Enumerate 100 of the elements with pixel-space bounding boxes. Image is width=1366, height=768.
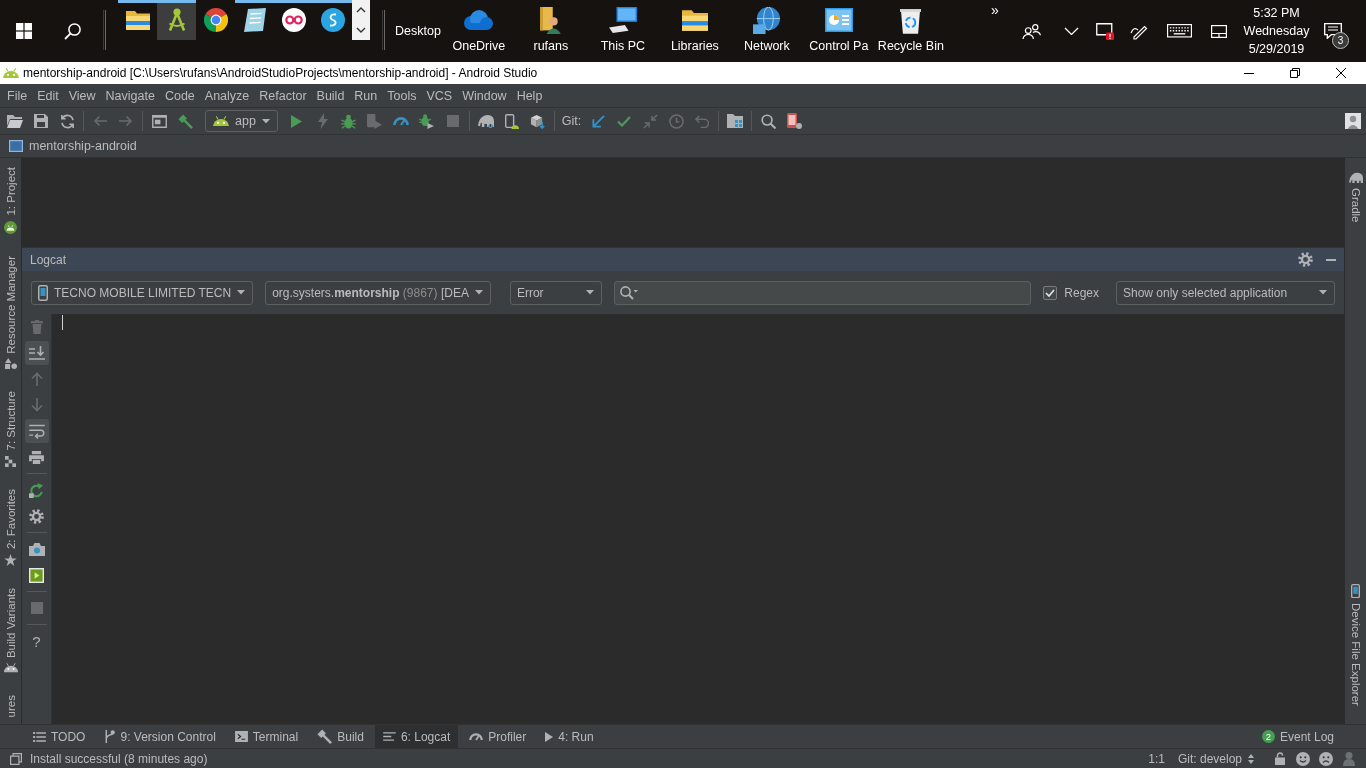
caret-icon: [1319, 290, 1327, 295]
menu-item[interactable]: File: [2, 85, 33, 106]
frown-icon[interactable]: [1318, 751, 1333, 766]
desktop-shortcut[interactable]: OneDrive: [442, 0, 515, 62]
control-panel-icon: [824, 8, 853, 32]
trash-icon: [30, 320, 43, 334]
notepad-icon: [243, 7, 266, 32]
close-icon: [1335, 68, 1346, 78]
log-level-dropdown[interactable]: Error: [509, 280, 602, 305]
menu-item[interactable]: Code: [159, 85, 200, 106]
module-icon: [9, 140, 23, 152]
process-dropdown[interactable]: org.systers.mentorship (9867) [DEA: [265, 280, 491, 305]
search-field[interactable]: [613, 280, 1032, 305]
device-dropdown[interactable]: TECNO MOBILE LIMITED TECN: [31, 280, 254, 305]
menu-item[interactable]: Build: [311, 85, 350, 106]
window-icon: [151, 114, 167, 128]
phone-icon: [504, 113, 519, 129]
menu-item[interactable]: VCS: [421, 85, 458, 106]
menu-item[interactable]: Tools: [382, 85, 422, 106]
desktop-shortcut[interactable]: rufans: [514, 0, 587, 62]
arrow-down-icon: [30, 398, 43, 412]
computer-icon: [608, 7, 637, 33]
tool-window-tab[interactable]: TODO: [25, 725, 94, 748]
smiley-icon[interactable]: [1295, 751, 1310, 766]
arrow-right-icon: [119, 115, 133, 127]
filter-dropdown[interactable]: Show only selected application: [1116, 280, 1335, 305]
event-log-button[interactable]: 2 Event Log: [1261, 729, 1334, 744]
lock-icon[interactable]: [1274, 752, 1285, 765]
settings-icon: [29, 508, 44, 524]
tool-window-button[interactable]: Build Variants: [3, 585, 18, 676]
overflow-button[interactable]: »: [984, 2, 1005, 18]
notifications-button[interactable]: 3: [1314, 0, 1352, 62]
tool-window-button[interactable]: Device File Explorer: [1349, 580, 1362, 709]
list-icon: [33, 731, 46, 742]
browser-icon: [203, 7, 228, 32]
menu-item[interactable]: Navigate: [100, 85, 160, 106]
phone-icon: [1351, 583, 1360, 599]
arrows-icon: [642, 113, 658, 129]
tool-windows-button[interactable]: [10, 752, 22, 765]
arrow-down-left-icon: [591, 114, 605, 128]
restore-icon: [1289, 68, 1300, 78]
menu-item[interactable]: Window: [457, 85, 512, 106]
caret-icon: [585, 290, 594, 295]
menu-item[interactable]: Help: [511, 85, 548, 106]
tool-window-tab[interactable]: Terminal: [226, 725, 307, 748]
tool-window-button[interactable]: 1: Project: [4, 164, 17, 237]
tool-window-button[interactable]: Resource Manager: [4, 252, 17, 373]
tool-window-tab[interactable]: Build: [309, 725, 372, 748]
swirl-icon: [320, 7, 345, 32]
tool-window-button[interactable]: 2: Favorites: [4, 485, 17, 570]
git-branch-widget[interactable]: Git: develop: [1177, 751, 1254, 766]
desktop-shortcut[interactable]: Libraries: [658, 0, 731, 62]
desktop-shortcut[interactable]: Network: [730, 0, 803, 62]
user-icon: [1345, 113, 1361, 129]
logcat-icon: [382, 732, 396, 741]
desktop-shortcut[interactable]: This PC: [586, 0, 659, 62]
regex-checkbox[interactable]: [1043, 285, 1058, 300]
clock[interactable]: 5:32 PM Wednesday 5/29/2019: [1239, 0, 1314, 62]
tool-window-tab[interactable]: 4: Run: [537, 725, 602, 748]
scroll-down-button[interactable]: [352, 20, 370, 40]
phone-icon: [786, 113, 803, 129]
elephant-icon: [477, 114, 494, 128]
scroll-up-button[interactable]: [352, 0, 370, 20]
caret-icon: [474, 290, 483, 295]
branch-icon: [104, 730, 116, 743]
desktop-shortcut[interactable]: Control Pa: [802, 0, 875, 62]
terminal-icon: [234, 731, 248, 742]
tool-window-tab[interactable]: 9: Version Control: [96, 725, 224, 748]
menu-item[interactable]: Refactor: [254, 85, 312, 106]
scroll-to-end-button[interactable]: [24, 341, 49, 365]
tool-window-button[interactable]: Gradle: [1348, 169, 1363, 226]
window-title: mentorship-android [C:\Users\rufans\AndroidStudioProjects\mentorship-android] - Android Studio: [23, 66, 538, 80]
bug-icon: [341, 113, 357, 129]
structure-icon: [5, 455, 16, 467]
arrow-left-icon: [93, 115, 107, 127]
android-icon: [3, 663, 18, 673]
menu-item[interactable]: View: [63, 85, 101, 106]
elephant-icon: [1348, 172, 1363, 184]
tool-window-button[interactable]: ures: [4, 691, 17, 720]
event-count: 2: [1261, 730, 1275, 743]
tool-window-button[interactable]: 7: Structure: [4, 388, 17, 470]
minimize-icon: [1326, 258, 1336, 261]
soft-wrap-button[interactable]: [24, 419, 49, 443]
cursor-position[interactable]: 1:1: [1148, 751, 1165, 766]
device-arrow-icon: [367, 113, 383, 129]
package-icon: [530, 113, 546, 129]
phone-icon: [38, 284, 48, 301]
desktop-shortcut[interactable]: Recycle Bin: [874, 0, 947, 62]
menu-item[interactable]: Edit: [32, 85, 64, 106]
wrap-icon: [28, 423, 45, 439]
notification-count: 3: [1332, 32, 1349, 49]
breadcrumb[interactable]: mentorship-android: [29, 139, 137, 153]
menu-item[interactable]: Analyze: [199, 85, 255, 106]
windows-logo-icon: [16, 23, 32, 39]
tool-window-tab[interactable]: Profiler: [461, 725, 535, 748]
tool-window-tab[interactable]: 6: Logcat: [374, 725, 459, 748]
hammer-icon: [317, 729, 333, 744]
menu-item[interactable]: Run: [349, 85, 383, 106]
help-button[interactable]: ?: [24, 629, 49, 653]
run-config-dropdown[interactable]: app: [205, 110, 278, 132]
